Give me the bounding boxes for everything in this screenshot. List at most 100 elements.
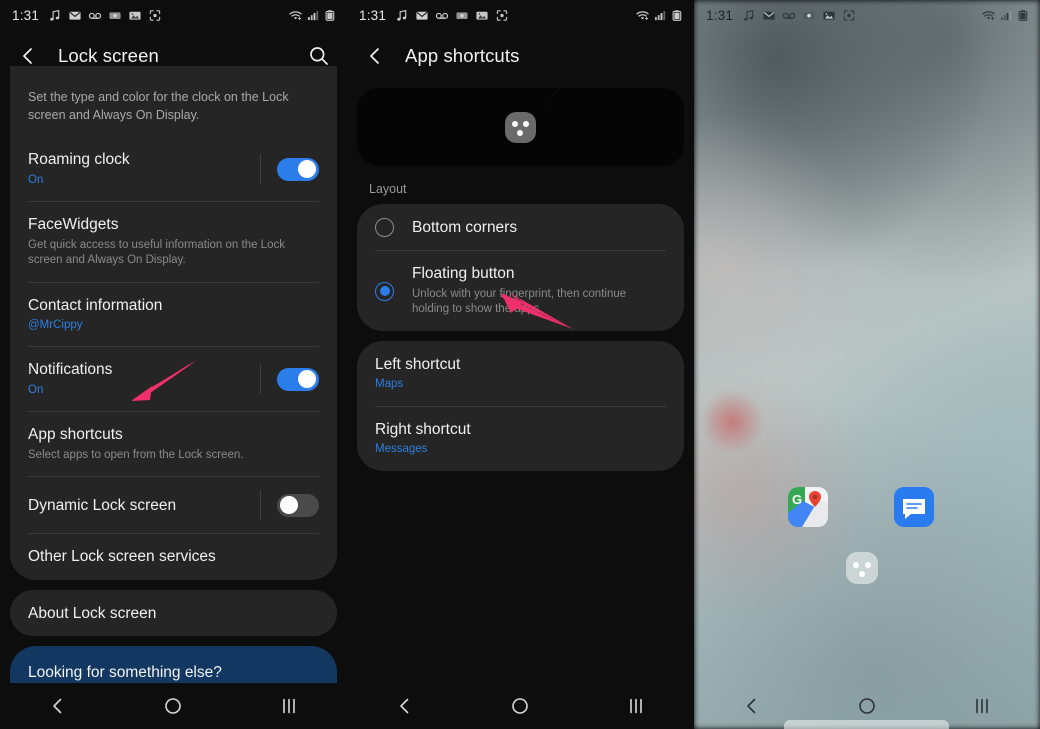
recents-nav-icon[interactable] [277, 694, 301, 718]
status-bar-right-icons [636, 9, 684, 22]
row-right-shortcut[interactable]: Right shortcut Messages [357, 405, 684, 471]
radio-selected-icon[interactable] [375, 281, 394, 301]
status-bar-left-icons [742, 9, 856, 22]
shortcuts-card[interactable]: Left shortcut Maps Right shortcut Messag… [357, 340, 684, 471]
search-icon[interactable] [307, 44, 331, 68]
wifi-icon [982, 10, 995, 20]
about-lock-screen-card[interactable]: About Lock screen [10, 589, 337, 636]
google-maps-icon[interactable]: G [788, 487, 828, 527]
back-nav-icon[interactable] [46, 694, 70, 718]
row-app-shortcuts[interactable]: App shortcuts Select apps to open from t… [10, 411, 337, 476]
row-title: Dynamic Lock screen [28, 496, 177, 514]
wallpaper-red-dots-decoration [704, 390, 774, 460]
screenshot-capture-icon [843, 9, 855, 21]
voicemail-icon [782, 12, 796, 19]
radio-unselected-icon[interactable] [375, 218, 394, 238]
email-icon [763, 11, 775, 20]
signal-bars-icon [654, 10, 666, 20]
nav-bar [0, 683, 347, 729]
row-title: Roaming clock [28, 151, 130, 169]
row-title: Left shortcut [375, 355, 461, 373]
row-facewidgets[interactable]: FaceWidgets Get quick access to useful i… [10, 201, 337, 281]
roaming-clock-toggle[interactable] [277, 157, 319, 181]
back-nav-icon[interactable] [740, 694, 764, 718]
back-arrow-icon[interactable] [16, 44, 40, 68]
signal-bars-icon [1000, 10, 1012, 20]
music-note-icon [744, 9, 754, 21]
option-label: Floating button [412, 265, 515, 283]
recents-nav-icon[interactable] [624, 694, 648, 718]
settings-scroll-area[interactable]: Set the type and color for the clock on … [0, 66, 347, 729]
row-title: App shortcuts [28, 426, 123, 444]
status-bar-clock: 1:31 [706, 7, 734, 23]
floating-button-preview-icon [505, 111, 536, 143]
panel-lock-screen-preview: 1:31 G [694, 0, 1040, 729]
layout-section-label: Layout [369, 182, 407, 196]
svg-text:G: G [792, 492, 802, 507]
row-contact-information[interactable]: Contact information @MrCippy [10, 281, 337, 347]
screenshot-capture-icon [149, 9, 161, 21]
back-arrow-icon[interactable] [363, 44, 387, 68]
image-icon [129, 11, 141, 20]
music-note-icon [50, 9, 60, 21]
row-about-lock-screen[interactable]: About Lock screen [10, 590, 337, 636]
toolbar: App shortcuts [347, 30, 694, 82]
option-floating-button[interactable]: Floating button Unlock with your fingerp… [357, 250, 684, 330]
layout-options-area[interactable]: Bottom corners Floating button Unlock wi… [347, 204, 694, 471]
row-left-shortcut[interactable]: Left shortcut Maps [357, 341, 684, 406]
row-other-lock-screen-services[interactable]: Other Lock screen services [10, 533, 337, 579]
row-subtitle: On [28, 383, 44, 396]
screen-record-icon [109, 11, 121, 19]
messages-icon[interactable] [894, 487, 934, 527]
blurred-wallpaper [694, 0, 1040, 729]
floating-button-icon[interactable] [846, 552, 878, 584]
row-roaming-clock[interactable]: Roaming clock On [10, 136, 337, 201]
option-description: Unlock with your fingerprint, then conti… [412, 287, 627, 316]
wifi-icon [636, 10, 649, 20]
row-title: Notifications [28, 361, 113, 379]
recents-nav-icon[interactable] [970, 694, 994, 718]
screenshot-capture-icon [496, 9, 508, 21]
home-nav-icon[interactable] [508, 694, 532, 718]
panel-lock-screen-settings: 1:31 Lock screen Set the type and color … [0, 0, 347, 729]
voicemail-icon [435, 12, 449, 19]
row-title: Other Lock screen services [28, 548, 216, 566]
notifications-toggle[interactable] [277, 367, 319, 391]
image-icon [823, 11, 835, 20]
layout-options-card[interactable]: Bottom corners Floating button Unlock wi… [357, 204, 684, 331]
row-subtitle: Get quick access to useful information o… [28, 238, 285, 267]
email-icon [69, 11, 81, 20]
row-title: About Lock screen [28, 604, 157, 622]
signal-bars-icon [307, 10, 319, 20]
page-title: App shortcuts [405, 45, 520, 66]
status-bar-right-icons [289, 9, 337, 22]
back-nav-icon[interactable] [393, 694, 417, 718]
nav-bar [694, 683, 1040, 729]
nav-bar [347, 683, 694, 729]
clock-settings-card[interactable]: Set the type and color for the clock on … [10, 66, 337, 580]
status-bar: 1:31 [0, 0, 347, 30]
status-bar-right-icons [982, 9, 1030, 22]
screen-record-icon [456, 11, 468, 19]
status-bar-clock: 1:31 [359, 7, 387, 23]
row-notifications[interactable]: Notifications On [10, 346, 337, 411]
divider [260, 364, 261, 395]
row-dynamic-lock-screen[interactable]: Dynamic Lock screen [10, 476, 337, 533]
home-nav-icon[interactable] [855, 694, 879, 718]
dynamic-lock-screen-toggle[interactable] [277, 493, 319, 517]
promo-title: Looking for something else? [28, 663, 222, 681]
email-icon [416, 11, 428, 20]
status-bar-clock: 1:31 [12, 7, 40, 23]
image-icon [476, 11, 488, 20]
battery-icon [325, 9, 335, 21]
option-bottom-corners[interactable]: Bottom corners [357, 204, 684, 250]
battery-icon [1018, 9, 1028, 21]
panel-app-shortcuts: 1:31 App shortcuts Layout Bottom corners… [347, 0, 694, 729]
row-subtitle: @MrCippy [28, 318, 83, 331]
clock-description: Set the type and color for the clock on … [28, 90, 289, 123]
layout-preview [357, 88, 684, 166]
row-subtitle: Select apps to open from the Lock screen… [28, 448, 244, 461]
home-nav-icon[interactable] [161, 694, 185, 718]
page-title: Lock screen [58, 45, 159, 66]
row-value: Maps [375, 378, 404, 391]
